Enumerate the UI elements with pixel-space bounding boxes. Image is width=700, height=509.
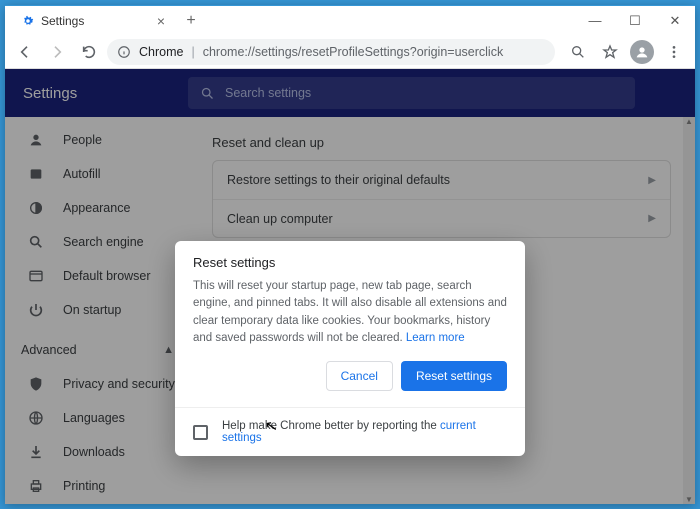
address-bar[interactable]: Chrome | chrome://settings/resetProfileS… xyxy=(107,39,555,65)
profile-avatar[interactable] xyxy=(627,37,657,67)
omnibox-search-icon[interactable] xyxy=(563,37,593,67)
report-checkbox[interactable] xyxy=(193,425,208,440)
url-text: chrome://settings/resetProfileSettings?o… xyxy=(203,45,503,59)
cancel-button[interactable]: Cancel xyxy=(326,361,393,391)
navigation-bar: Chrome | chrome://settings/resetProfileS… xyxy=(5,35,695,69)
reset-settings-dialog: Reset settings This will reset your star… xyxy=(175,241,525,456)
learn-more-link[interactable]: Learn more xyxy=(406,332,465,344)
close-tab-icon[interactable]: × xyxy=(157,13,165,29)
gear-icon xyxy=(21,14,35,28)
maximize-button[interactable]: ☐ xyxy=(615,6,655,36)
tab-title: Settings xyxy=(41,14,84,28)
minimize-button[interactable]: — xyxy=(575,6,615,36)
browser-tab[interactable]: Settings × xyxy=(13,7,173,35)
menu-button[interactable] xyxy=(659,37,689,67)
dialog-overlay: Reset settings This will reset your star… xyxy=(5,69,695,504)
forward-button[interactable] xyxy=(43,38,71,66)
title-bar: Settings × + — ☐ ✕ xyxy=(5,5,695,35)
info-icon xyxy=(117,45,131,59)
dialog-title: Reset settings xyxy=(175,241,525,278)
site-label: Chrome xyxy=(139,45,183,59)
new-tab-button[interactable]: + xyxy=(179,9,203,33)
reset-settings-button[interactable]: Reset settings xyxy=(401,361,507,391)
back-button[interactable] xyxy=(11,38,39,66)
close-window-button[interactable]: ✕ xyxy=(655,6,695,36)
dialog-body: This will reset your startup page, new t… xyxy=(175,278,525,361)
dialog-footer: Help make Chrome better by reporting the… xyxy=(175,407,525,456)
reload-button[interactable] xyxy=(75,38,103,66)
bookmark-star-icon[interactable] xyxy=(595,37,625,67)
